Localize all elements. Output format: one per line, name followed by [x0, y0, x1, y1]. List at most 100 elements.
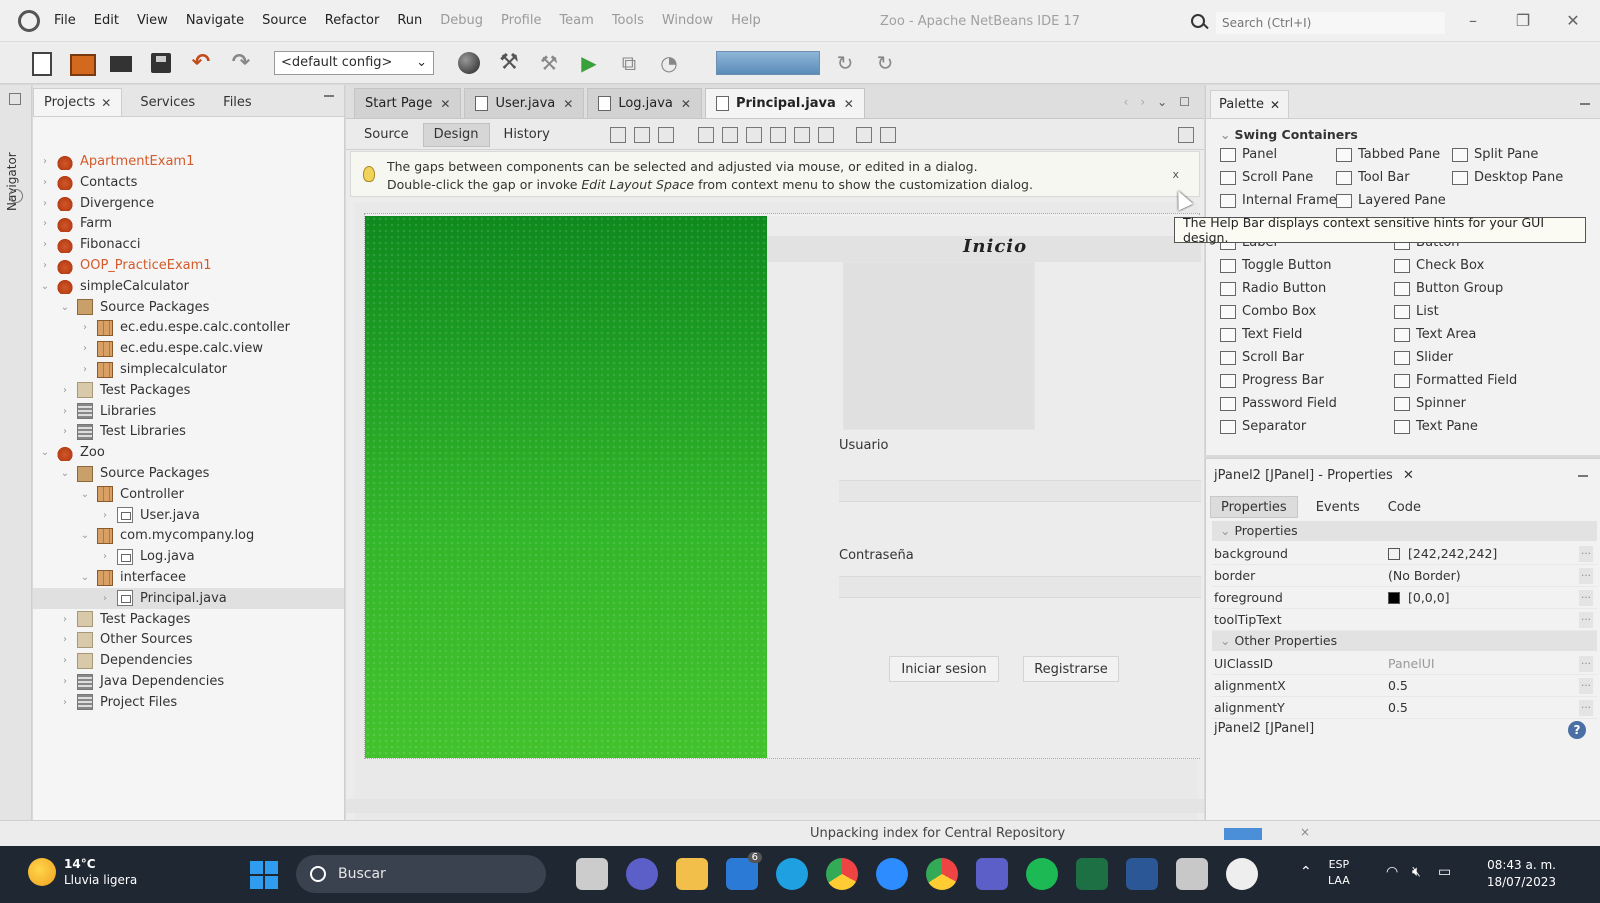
show-hidden-icons-icon[interactable]: ⌃ [1300, 864, 1312, 880]
palette-item-password-field[interactable]: Password Field [1220, 396, 1337, 411]
center-horizontally-icon[interactable] [745, 126, 762, 143]
word-icon[interactable] [1126, 858, 1158, 890]
scroll-right-icon[interactable]: › [1140, 95, 1145, 109]
tree-item[interactable]: › Contacts [33, 172, 344, 193]
cancel-task-icon[interactable]: × [1300, 825, 1310, 839]
tree-item[interactable]: › Test Libraries [33, 421, 344, 442]
property-value[interactable]: [242,242,242] [1388, 546, 1579, 561]
maps-pin-icon[interactable] [1226, 858, 1258, 890]
teams-icon[interactable] [976, 858, 1008, 890]
edge-browser-icon[interactable] [776, 858, 808, 890]
logo-placeholder[interactable] [843, 262, 1035, 430]
menu-refactor[interactable]: Refactor [325, 13, 380, 28]
align-left-icon[interactable] [697, 126, 714, 143]
tree-item[interactable]: › Java Dependencies [33, 671, 344, 692]
palette-item-text-pane[interactable]: Text Pane [1394, 419, 1478, 434]
palette-item-list[interactable]: List [1394, 304, 1439, 319]
tab-files[interactable]: Files [213, 88, 262, 116]
properties-section[interactable]: ⌄ Properties [1212, 521, 1597, 541]
clean-build-icon[interactable]: ⚒ [536, 50, 562, 76]
close-icon[interactable]: ✕ [101, 96, 111, 110]
menu-navigate[interactable]: Navigate [186, 13, 244, 28]
menu-view[interactable]: View [137, 13, 168, 28]
minimize-panel-icon[interactable] [324, 95, 334, 97]
tree-item[interactable]: › ApartmentExam1 [33, 151, 344, 172]
expand-chevron-icon[interactable]: › [79, 343, 91, 354]
property-editor-button[interactable]: … [1579, 677, 1593, 694]
tree-item[interactable]: ⌄ simpleCalculator [33, 276, 344, 297]
expand-chevron-icon[interactable]: › [39, 239, 51, 250]
resize-vertical-icon[interactable] [879, 126, 896, 143]
open-project-icon[interactable] [108, 50, 134, 76]
collapse-chevron-icon[interactable]: ⌄ [79, 572, 91, 583]
property-editor-button[interactable]: … [1579, 655, 1593, 672]
spotify-icon[interactable] [1026, 858, 1058, 890]
tab-projects[interactable]: Projects ✕ [33, 88, 123, 116]
history-view-tab[interactable]: History [494, 123, 560, 147]
menu-profile[interactable]: Profile [501, 13, 541, 28]
tree-item[interactable]: › Test Packages [33, 609, 344, 630]
help-icon[interactable]: ? [1568, 721, 1586, 739]
collapse-chevron-icon[interactable]: ⌄ [59, 302, 71, 313]
center-vertically-icon[interactable] [817, 126, 834, 143]
green-image-panel[interactable] [365, 216, 767, 758]
palette-item-layered-pane[interactable]: Layered Pane [1336, 193, 1446, 208]
editor-tab-start-page[interactable]: Start Page ✕ [354, 88, 462, 118]
tree-item[interactable]: › Project Files [33, 692, 344, 713]
tab-palette[interactable]: Palette ✕ [1210, 90, 1290, 118]
new-project-icon[interactable] [68, 50, 96, 76]
expand-chevron-icon[interactable]: › [99, 593, 111, 604]
expand-chevron-icon[interactable]: › [39, 156, 51, 167]
jframe-form[interactable]: Inicio Usuario Contraseña Iniciar sesion… [364, 213, 1201, 759]
navigator-icon[interactable] [9, 189, 23, 203]
restore-window-icon[interactable]: ❐ [1514, 12, 1532, 30]
show-documents-icon[interactable]: ⌄ [1157, 95, 1167, 109]
tree-item[interactable]: › Principal.java [33, 587, 344, 609]
palette-item-panel[interactable]: Panel [1220, 147, 1277, 162]
weather-widget[interactable]: 14°C Lluvia ligera [28, 856, 137, 888]
build-hammer-icon[interactable]: ⚒ [496, 50, 522, 76]
property-editor-button[interactable]: … [1579, 567, 1593, 584]
collapse-chevron-icon[interactable]: ⌄ [59, 468, 71, 479]
toggle-help-bar-icon[interactable] [1178, 127, 1194, 143]
tree-item[interactable]: › Farm [33, 213, 344, 234]
search-input[interactable] [1216, 12, 1445, 34]
property-row-foreground[interactable]: foreground [0,0,0]… [1212, 587, 1597, 609]
tree-item[interactable]: ⌄ Source Packages [33, 463, 344, 484]
minimize-panel-icon[interactable] [1580, 103, 1590, 105]
align-bottom-icon[interactable] [793, 126, 810, 143]
close-window-icon[interactable]: ✕ [1564, 12, 1582, 30]
tree-item[interactable]: › ec.edu.espe.calc.contoller [33, 317, 344, 338]
preview-design-icon[interactable] [657, 126, 674, 143]
password-field[interactable] [839, 576, 1201, 598]
expand-chevron-icon[interactable]: › [79, 322, 91, 333]
other-properties-section[interactable]: ⌄ Other Properties [1212, 631, 1597, 651]
expand-chevron-icon[interactable]: › [59, 385, 71, 396]
tree-item[interactable]: › Libraries [33, 401, 344, 422]
property-row-background[interactable]: background [242,242,242]… [1212, 543, 1597, 565]
tree-item[interactable]: ⌄ Zoo [33, 442, 344, 463]
chrome-icon[interactable] [826, 858, 858, 890]
user-text-field[interactable] [839, 480, 1201, 502]
property-editor-button[interactable]: … [1579, 699, 1593, 716]
tab-code[interactable]: Code [1378, 496, 1431, 518]
collapse-chevron-icon[interactable]: ⌄ [79, 530, 91, 541]
menu-window[interactable]: Window [662, 13, 713, 28]
menu-edit[interactable]: Edit [94, 13, 119, 28]
connection-mode-icon[interactable] [633, 126, 650, 143]
editor-tab-user-java[interactable]: User.java ✕ [464, 88, 585, 118]
property-row-alignmenty[interactable]: alignmentY 0.5… [1212, 697, 1597, 719]
taskbar-search[interactable]: Buscar [296, 855, 546, 893]
file-explorer-icon[interactable] [676, 858, 708, 890]
tree-item[interactable]: › User.java [33, 505, 344, 526]
wifi-icon[interactable]: ◠ [1386, 864, 1398, 880]
property-editor-button[interactable]: … [1579, 611, 1593, 628]
new-file-icon[interactable] [28, 50, 54, 76]
memory-gauge[interactable] [716, 50, 820, 75]
save-all-icon[interactable] [148, 50, 174, 76]
window-toggle-icon[interactable] [9, 93, 21, 105]
register-button[interactable]: Registrarse [1023, 656, 1119, 682]
form-title[interactable]: Inicio [963, 236, 1027, 257]
property-value[interactable]: (No Border) [1388, 568, 1579, 583]
palette-item-formatted-field[interactable]: Formatted Field [1394, 373, 1517, 388]
